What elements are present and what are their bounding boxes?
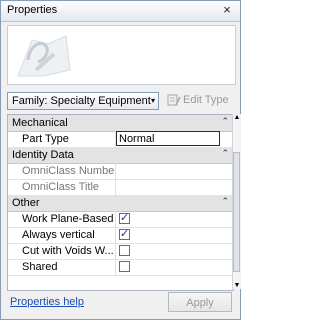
work-plane-based-checkbox[interactable]: ✓ xyxy=(119,212,130,224)
part-type-value: Normal xyxy=(119,133,155,145)
part-type-field[interactable]: Normal xyxy=(116,131,220,146)
always-vertical-checkbox[interactable]: ✓ xyxy=(119,228,130,240)
prop-name: Shared xyxy=(22,261,58,273)
collapse-icon[interactable]: ⌃ xyxy=(221,196,229,207)
title-bar: Properties × xyxy=(1,1,240,22)
collapse-icon[interactable]: ⌃ xyxy=(221,148,229,159)
prop-row-work-plane-based: Work Plane-Based ✓ xyxy=(8,211,233,228)
column-divider xyxy=(115,243,116,259)
section-label: Other xyxy=(12,197,40,209)
type-selector-dropdown[interactable]: Family: Specialty Equipment ▾ xyxy=(7,92,159,110)
type-selector-value: Family: Specialty Equipment xyxy=(12,95,151,107)
scrollbar-thumb[interactable] xyxy=(233,152,240,272)
section-mechanical[interactable]: Mechanical ⌃ xyxy=(8,115,233,132)
edit-type-icon xyxy=(167,94,181,106)
prop-row-omniclass-title[interactable]: OmniClass Title xyxy=(8,179,233,196)
checkmark-icon: ✓ xyxy=(120,212,130,224)
prop-name: Part Type xyxy=(22,133,69,145)
section-label: Identity Data xyxy=(12,149,74,161)
section-identity-data[interactable]: Identity Data ⌃ xyxy=(8,147,233,164)
prop-row-omniclass-number[interactable]: OmniClass Number xyxy=(8,163,233,180)
close-icon[interactable]: × xyxy=(220,3,234,17)
column-divider xyxy=(115,211,116,227)
column-divider xyxy=(115,227,116,243)
edit-type-label: Edit Type xyxy=(183,94,229,106)
collapse-icon[interactable]: ⌃ xyxy=(221,116,229,127)
prop-row-part-type: Part Type Normal xyxy=(8,131,233,148)
checkmark-icon: ✓ xyxy=(120,228,130,240)
prop-row-shared: Shared xyxy=(8,259,233,276)
chevron-down-icon: ▾ xyxy=(150,96,155,105)
properties-palette: Properties × Family: Specialty Equipment… xyxy=(0,0,241,320)
column-divider xyxy=(115,259,116,275)
section-other[interactable]: Other ⌃ xyxy=(8,195,233,212)
scroll-up-icon[interactable]: ▲ xyxy=(233,114,241,121)
properties-grid: Mechanical ⌃ Part Type Normal Identity D… xyxy=(7,114,234,291)
properties-help-link[interactable]: Properties help xyxy=(10,296,84,308)
edit-type-button[interactable]: Edit Type xyxy=(167,92,235,110)
apply-button[interactable]: Apply xyxy=(168,292,232,312)
prop-row-always-vertical: Always vertical ✓ xyxy=(8,227,233,244)
prop-row-cut-with-voids: Cut with Voids W... xyxy=(8,243,233,260)
family-preview-icon xyxy=(17,35,71,77)
column-divider xyxy=(115,163,116,179)
scroll-down-icon[interactable]: ▼ xyxy=(233,282,241,289)
prop-name: Always vertical xyxy=(22,229,95,241)
prop-name: Work Plane-Based xyxy=(22,213,114,225)
cut-with-voids-checkbox[interactable] xyxy=(119,245,130,256)
prop-name: OmniClass Number xyxy=(22,165,114,177)
type-preview xyxy=(7,25,236,85)
column-divider xyxy=(115,179,116,195)
section-label: Mechanical xyxy=(12,117,68,129)
shared-checkbox[interactable] xyxy=(119,261,130,272)
prop-name: Cut with Voids W... xyxy=(22,245,114,257)
prop-name: OmniClass Title xyxy=(22,181,100,193)
vertical-scrollbar[interactable]: ▲ ▼ xyxy=(232,114,241,289)
window-title: Properties xyxy=(7,4,58,16)
